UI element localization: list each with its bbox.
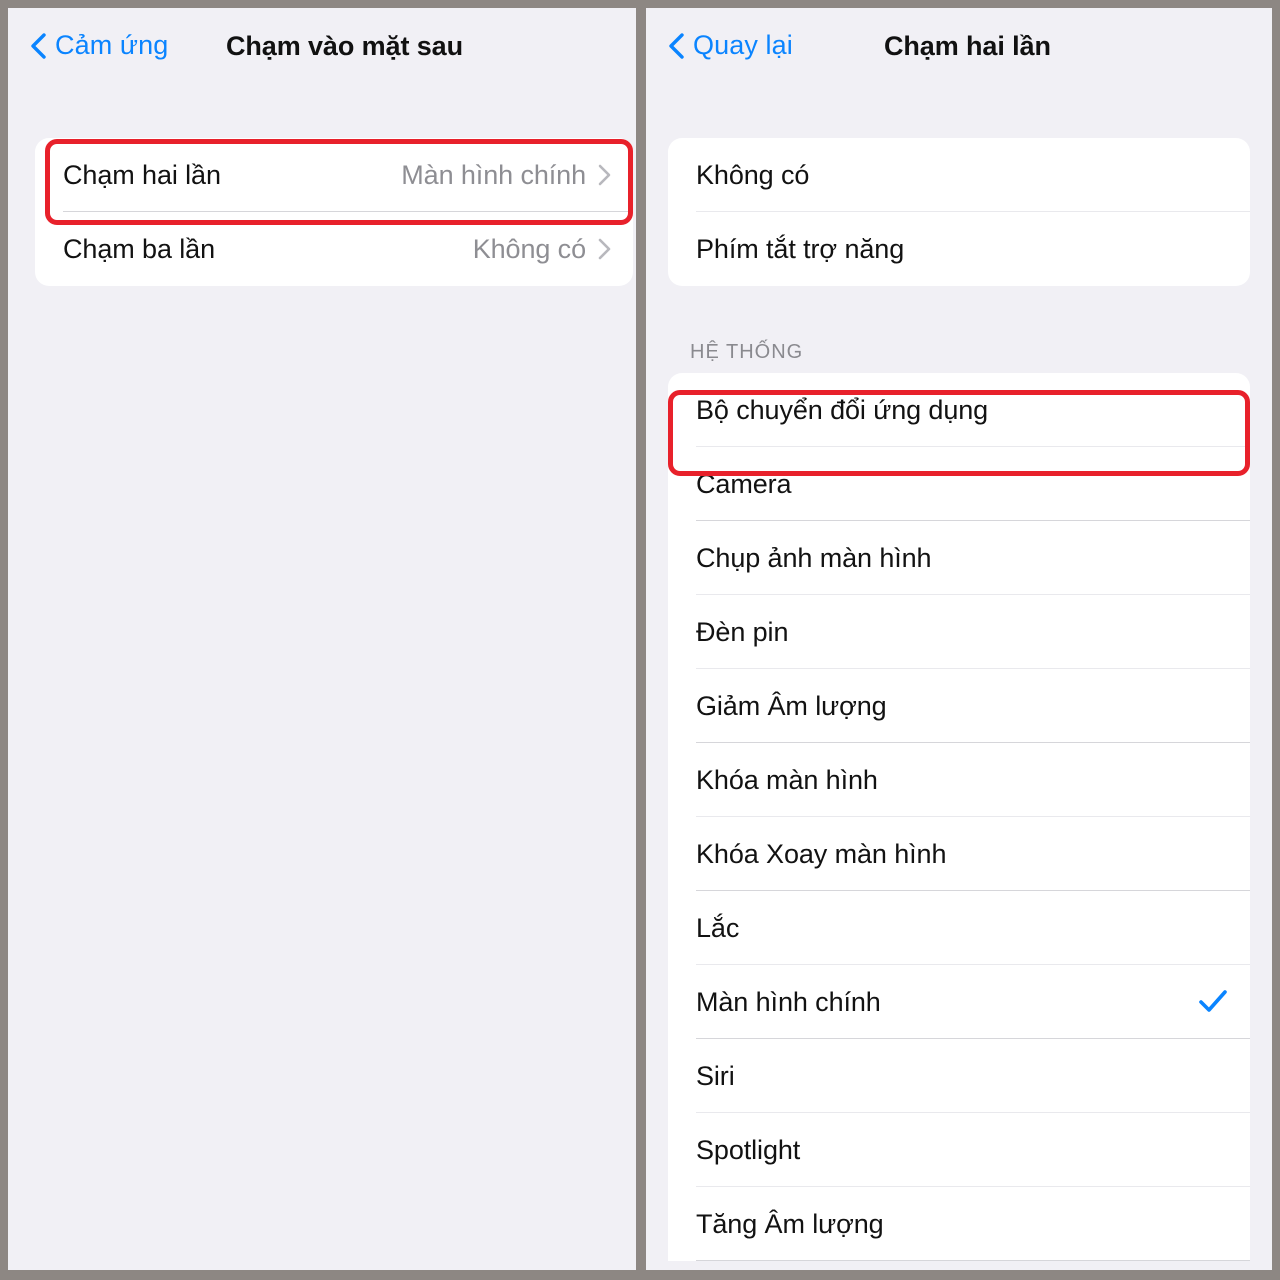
row-label: Lắc <box>696 912 740 943</box>
system-options-card: Bộ chuyển đổi ứng dụng Camera Chụp ảnh m… <box>668 373 1250 1261</box>
option-row-giam-am-luong[interactable]: Giảm Âm lượng <box>668 669 1250 743</box>
row-label: Camera <box>696 468 792 499</box>
row-label: Đèn pin <box>696 616 789 647</box>
right-navbar: Quay lại Chạm hai lần <box>646 8 1272 96</box>
option-row-phim-tat-tro-nang[interactable]: Phím tắt trợ năng <box>668 212 1250 286</box>
right-page-title: Chạm hai lần <box>884 31 1051 61</box>
row-accessory: Màn hình chính <box>401 159 611 190</box>
row-value: Không có <box>472 233 586 264</box>
chevron-right-icon <box>598 164 611 186</box>
row-label: Chạm ba lần <box>63 233 215 264</box>
option-row-bo-chuyen-doi-ung-dung[interactable]: Bộ chuyển đổi ứng dụng <box>668 373 1250 447</box>
row-label: Tăng Âm lượng <box>696 1208 884 1239</box>
section-header-he-thong: HỆ THỐNG <box>690 341 804 363</box>
option-row-tang-am-luong[interactable]: Tăng Âm lượng <box>668 1187 1250 1261</box>
checkmark-icon <box>1198 989 1228 1015</box>
back-button-cam-ung[interactable]: Cảm ứng <box>30 32 168 59</box>
row-label: Màn hình chính <box>696 986 881 1017</box>
chevron-right-icon <box>598 238 611 260</box>
left-phone-panel: Cảm ứng Chạm vào mặt sau Chạm hai lần Mà… <box>8 8 636 1270</box>
back-tap-options-card: Chạm hai lần Màn hình chính Chạm ba lần … <box>35 138 633 286</box>
chevron-left-icon <box>30 32 46 59</box>
row-label: Siri <box>696 1060 735 1091</box>
row-accessory <box>1198 989 1228 1015</box>
option-row-camera[interactable]: Camera <box>668 447 1250 521</box>
row-accessory: Không có <box>472 233 611 264</box>
row-cham-ba-lan[interactable]: Chạm ba lần Không có <box>35 212 633 286</box>
row-label: Khóa Xoay màn hình <box>696 838 947 869</box>
row-label: Không có <box>696 159 810 190</box>
row-separator <box>696 1260 1250 1261</box>
option-row-khong-co[interactable]: Không có <box>668 138 1250 212</box>
row-label: Giảm Âm lượng <box>696 690 887 721</box>
option-row-lac[interactable]: Lắc <box>668 891 1250 965</box>
row-label: Chạm hai lần <box>63 159 221 190</box>
option-row-khoa-man-hinh[interactable]: Khóa màn hình <box>668 743 1250 817</box>
row-value: Màn hình chính <box>401 159 586 190</box>
option-row-spotlight[interactable]: Spotlight <box>668 1113 1250 1187</box>
option-row-siri[interactable]: Siri <box>668 1039 1250 1113</box>
row-label: Phím tắt trợ năng <box>696 233 905 264</box>
row-cham-hai-lan[interactable]: Chạm hai lần Màn hình chính <box>35 138 633 212</box>
row-label: Khóa màn hình <box>696 764 878 795</box>
basic-options-card: Không có Phím tắt trợ năng <box>668 138 1250 286</box>
option-row-chup-anh-man-hinh[interactable]: Chụp ảnh màn hình <box>668 521 1250 595</box>
back-button-label: Quay lại <box>693 30 793 60</box>
option-row-man-hinh-chinh[interactable]: Màn hình chính <box>668 965 1250 1039</box>
back-button-label: Cảm ứng <box>55 30 169 60</box>
row-label: Chụp ảnh màn hình <box>696 542 932 573</box>
left-page-title: Chạm vào mặt sau <box>226 31 463 61</box>
chevron-left-icon <box>668 32 684 59</box>
row-label: Spotlight <box>696 1134 801 1165</box>
row-label: Bộ chuyển đổi ứng dụng <box>696 394 989 425</box>
option-row-khoa-xoay-man-hinh[interactable]: Khóa Xoay màn hình <box>668 817 1250 891</box>
back-button-quay-lai[interactable]: Quay lại <box>668 32 793 59</box>
right-phone-panel: Quay lại Chạm hai lần Không có Phím tắt … <box>646 8 1272 1270</box>
option-row-den-pin[interactable]: Đèn pin <box>668 595 1250 669</box>
screenshot-frame: Cảm ứng Chạm vào mặt sau Chạm hai lần Mà… <box>0 0 1280 1280</box>
left-navbar: Cảm ứng Chạm vào mặt sau <box>8 8 636 96</box>
